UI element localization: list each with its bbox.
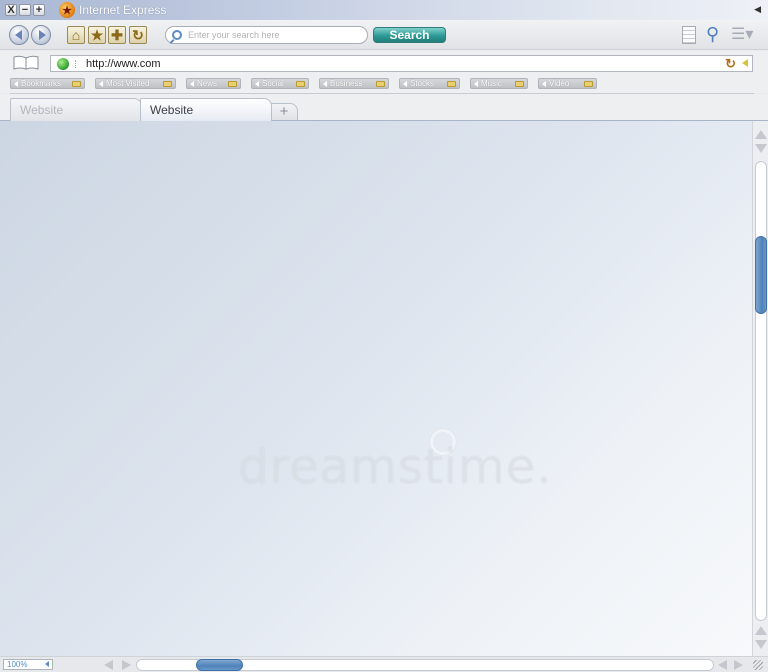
folder-icon [296, 80, 305, 87]
plus-icon: + [279, 103, 289, 120]
status-bar: 100% [0, 656, 768, 672]
bookmarks-bar: Bookmarks Most Visited News Social Busin… [0, 75, 768, 93]
url-dropdown-arrow-icon[interactable] [742, 59, 748, 67]
url-separator [75, 59, 76, 68]
reading-list-icon[interactable] [13, 55, 39, 70]
collapse-arrow-icon[interactable]: ◀ [754, 4, 761, 15]
new-tab-button[interactable]: + [270, 103, 298, 120]
close-window-button[interactable]: X [5, 4, 17, 16]
app-title: Internet Express [79, 3, 167, 17]
tab-website-inactive[interactable]: Website [10, 98, 142, 121]
folder-icon [584, 80, 593, 87]
bookmark-arrow-icon [542, 80, 546, 87]
forward-arrow-icon [38, 30, 46, 40]
scroll-down-button[interactable] [755, 639, 767, 651]
tab-website-active[interactable]: Website [140, 98, 272, 121]
bookmark-arrow-icon [323, 80, 327, 87]
refresh-icon: ↻ [132, 27, 144, 43]
home-icon: ⌂ [71, 27, 81, 43]
bookmark-label: Stocks [410, 79, 435, 88]
arrow-down-icon [755, 640, 767, 649]
page-content: dreamstime. [0, 121, 752, 656]
folder-icon [228, 80, 237, 87]
url-refresh-icon[interactable]: ↻ [725, 56, 736, 72]
bookmark-item[interactable]: Business [319, 78, 389, 89]
bookmark-arrow-icon [14, 80, 18, 87]
scroll-left-button[interactable] [104, 660, 113, 670]
bookmark-label: Music [481, 79, 502, 88]
bookmark-label: Business [330, 79, 363, 88]
bookmark-item[interactable]: Most Visited [95, 78, 176, 89]
folder-icon [376, 80, 385, 87]
scroll-right-button-left[interactable] [122, 660, 131, 670]
zoom-level: 100% [7, 660, 28, 669]
bookmark-label: Most Visited [106, 79, 150, 88]
star-icon: ★ [90, 27, 104, 43]
watermark: dreamstime. [238, 439, 553, 495]
bookmark-item[interactable]: Stocks [399, 78, 460, 89]
folder-icon [447, 80, 456, 87]
plus-icon: ✚ [111, 27, 123, 43]
zoom-selector[interactable]: 100% [3, 659, 53, 670]
app-logo-icon: ★ [59, 2, 75, 18]
scroll-left-button-right[interactable] [718, 660, 727, 670]
back-button[interactable] [9, 25, 29, 45]
vertical-scroll-thumb[interactable] [755, 236, 767, 314]
bookmark-item[interactable]: Bookmarks [10, 78, 85, 89]
minimize-window-button[interactable]: − [19, 4, 31, 16]
add-button[interactable]: ✚ [108, 26, 126, 44]
tab-label: Website [20, 103, 64, 117]
search-icon [172, 30, 182, 40]
navigation-toolbar: ⌂ ★ ✚ ↻ Search ⚲ ☰▾ [0, 20, 768, 50]
menu-icon[interactable]: ☰▾ [731, 26, 753, 44]
arrow-down-icon [755, 144, 767, 153]
folder-icon [72, 80, 81, 87]
scroll-up-button[interactable] [755, 129, 767, 141]
bookmark-arrow-icon [190, 80, 194, 87]
home-button[interactable]: ⌂ [67, 26, 85, 44]
maximize-window-button[interactable]: + [33, 4, 45, 16]
search-input[interactable] [188, 30, 358, 40]
vertical-scroll-track[interactable] [755, 161, 767, 621]
scroll-right-button[interactable] [734, 660, 743, 670]
address-bar: http://www.com ↻ [0, 51, 768, 75]
tab-label: Website [150, 103, 194, 117]
resize-grip-icon[interactable] [753, 660, 763, 670]
bookmark-label: Bookmarks [21, 79, 62, 88]
bookmark-label: News [197, 79, 218, 88]
search-button[interactable]: Search [373, 27, 446, 43]
globe-icon [57, 57, 69, 70]
bookmark-item[interactable]: News [186, 78, 241, 89]
bookmark-arrow-icon [255, 80, 259, 87]
url-text[interactable]: http://www.com [86, 58, 161, 70]
favorites-button[interactable]: ★ [88, 26, 106, 44]
vertical-scrollbar[interactable] [752, 121, 768, 656]
scroll-down-button-top[interactable] [755, 143, 767, 155]
page-icon[interactable] [682, 26, 696, 44]
folder-icon [515, 80, 524, 87]
arrow-up-icon [755, 626, 767, 635]
horizontal-scroll-thumb[interactable] [196, 659, 243, 671]
search-box [165, 26, 368, 44]
back-arrow-icon [14, 30, 22, 40]
bookmark-item[interactable]: Video [538, 78, 597, 89]
arrow-up-icon [755, 130, 767, 139]
bookmark-arrow-icon [403, 80, 407, 87]
url-field[interactable]: http://www.com ↻ [50, 55, 753, 72]
forward-button[interactable] [31, 25, 51, 45]
scroll-up-button-bottom[interactable] [755, 625, 767, 637]
bookmark-label: Social [262, 79, 284, 88]
bookmark-arrow-icon [474, 80, 478, 87]
folder-icon [163, 80, 172, 87]
tab-strip: Website Website + [0, 94, 768, 121]
zoom-arrow-icon [45, 661, 49, 667]
bookmark-item[interactable]: Social [251, 78, 309, 89]
title-bar: X − + ★ Internet Express ◀ [0, 0, 768, 20]
bookmark-label: Video [549, 79, 570, 88]
bookmark-arrow-icon [99, 80, 103, 87]
bookmark-item[interactable]: Music [470, 78, 528, 89]
wrench-icon[interactable]: ⚲ [706, 24, 719, 44]
reload-button[interactable]: ↻ [129, 26, 147, 44]
